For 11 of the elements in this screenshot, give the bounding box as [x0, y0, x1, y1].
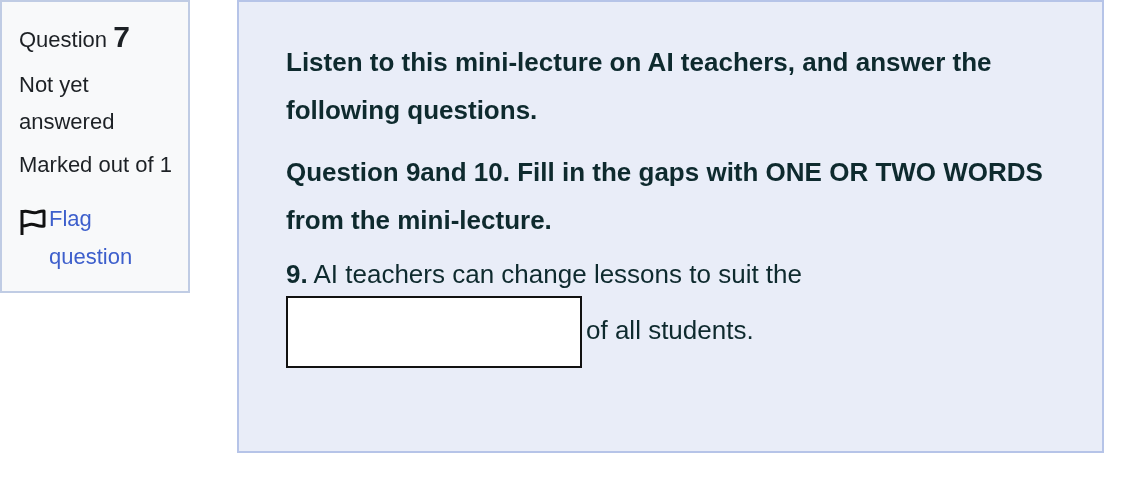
instruction-text: Question 9and 10. Fill in the gaps with ONE OR TWO WORDS from the mini-lecture.	[286, 156, 1044, 237]
question-number: 7	[113, 20, 130, 53]
question-text: 9. AI teachers can change lessons to suit the	[286, 258, 803, 290]
flag-icon[interactable]	[19, 208, 47, 236]
status-text: Not yet answered	[19, 71, 116, 136]
instruction-text: Listen to this mini-lecture on AI teachers, and answer the following questions.	[286, 46, 993, 127]
question-text-end: of all students.	[586, 314, 754, 346]
answer-field[interactable]	[286, 296, 582, 368]
question-label: Question	[19, 27, 108, 52]
flag-question-link[interactable]: Flag question	[49, 200, 180, 276]
marks-text: Marked out of 1	[19, 151, 173, 179]
